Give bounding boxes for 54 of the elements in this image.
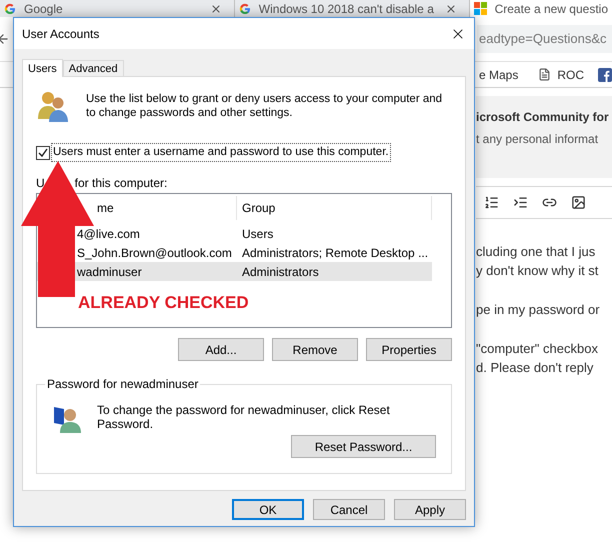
table-cell-text: 4@live.com [76,226,141,243]
windows-logo-icon [474,2,487,15]
page-text: d. Please don't reply [476,359,594,376]
browser-tab[interactable]: Google [0,0,235,17]
check-icon [38,148,48,158]
list-action-button[interactable]: Add... [178,338,264,362]
users-icon [36,89,69,122]
page-text: "computer" checkbox [476,340,599,357]
google-icon [4,2,16,14]
google-icon [238,2,251,14]
browser-tab[interactable]: Windows 10 2018 can't disable a [234,0,470,17]
intro-text: Use the list below to grant or deny users access to your computer and to change passwords and other settings. [86,92,444,121]
checkbox[interactable] [36,146,50,160]
annotation-text: ALREADY CHECKED [78,292,249,314]
close-icon[interactable] [444,2,457,14]
password-text: To change the password for newadminuser, click Reset Password. [97,403,391,434]
page-heading: icrosoft Community for [476,109,610,126]
page-text: y don't know why it st [476,262,600,279]
bookmark[interactable]: ROC [557,66,584,84]
page-text: cluding one that I jus [476,243,596,260]
table-cell-text: S_John.Brown@outlook.com [76,244,233,262]
document-icon [538,68,552,81]
window-title: User Accounts [22,26,100,42]
user-row[interactable]: S_John.Brown@outlook.com Administrators; Remote Desktop ... [37,243,432,262]
user-row[interactable]: wadminuser Administrators [37,262,432,282]
group-title: Password for newadminuser [46,376,200,394]
page-subheading: t any personal informat [476,131,600,148]
dialog-button[interactable]: Apply [394,499,466,520]
table-cell-text: Administrators [241,264,319,281]
table-cell-text: Administrators; Remote Desktop ... [241,244,428,262]
bookmark[interactable]: e Maps [479,66,518,84]
list-action-button[interactable]: Properties [366,338,452,362]
page-text: pe in my password or [476,301,601,318]
reset-password-button[interactable]: Reset Password... [291,435,436,458]
checkbox-label[interactable]: Users must enter a username and password to use this computer. [51,143,391,162]
dialog-button[interactable]: Cancel [313,499,385,520]
dialog-tab[interactable]: Advanced [62,60,124,76]
image-icon[interactable] [571,195,586,210]
address-bar[interactable]: eadtype=Questions&c [477,25,612,53]
back-icon[interactable] [0,32,10,46]
users-label: U [36,175,45,190]
indent-icon[interactable] [513,195,528,210]
column-header[interactable]: me [97,199,114,218]
numbered-list-icon[interactable] [484,195,499,210]
dialog-tab[interactable]: Users [22,59,63,77]
table-cell-text: wadminuser [76,264,143,281]
users-label: for this computer: [74,175,168,190]
list-action-button[interactable]: Remove [272,338,358,362]
close-icon[interactable] [210,2,222,14]
dialog-button[interactable]: OK [232,499,304,520]
user-row[interactable]: 4@live.com Users [37,224,432,244]
column-header[interactable]: Group [237,196,432,220]
browser-tab[interactable]: Create a new questio [470,0,612,17]
table-cell-text: Users [241,226,274,243]
